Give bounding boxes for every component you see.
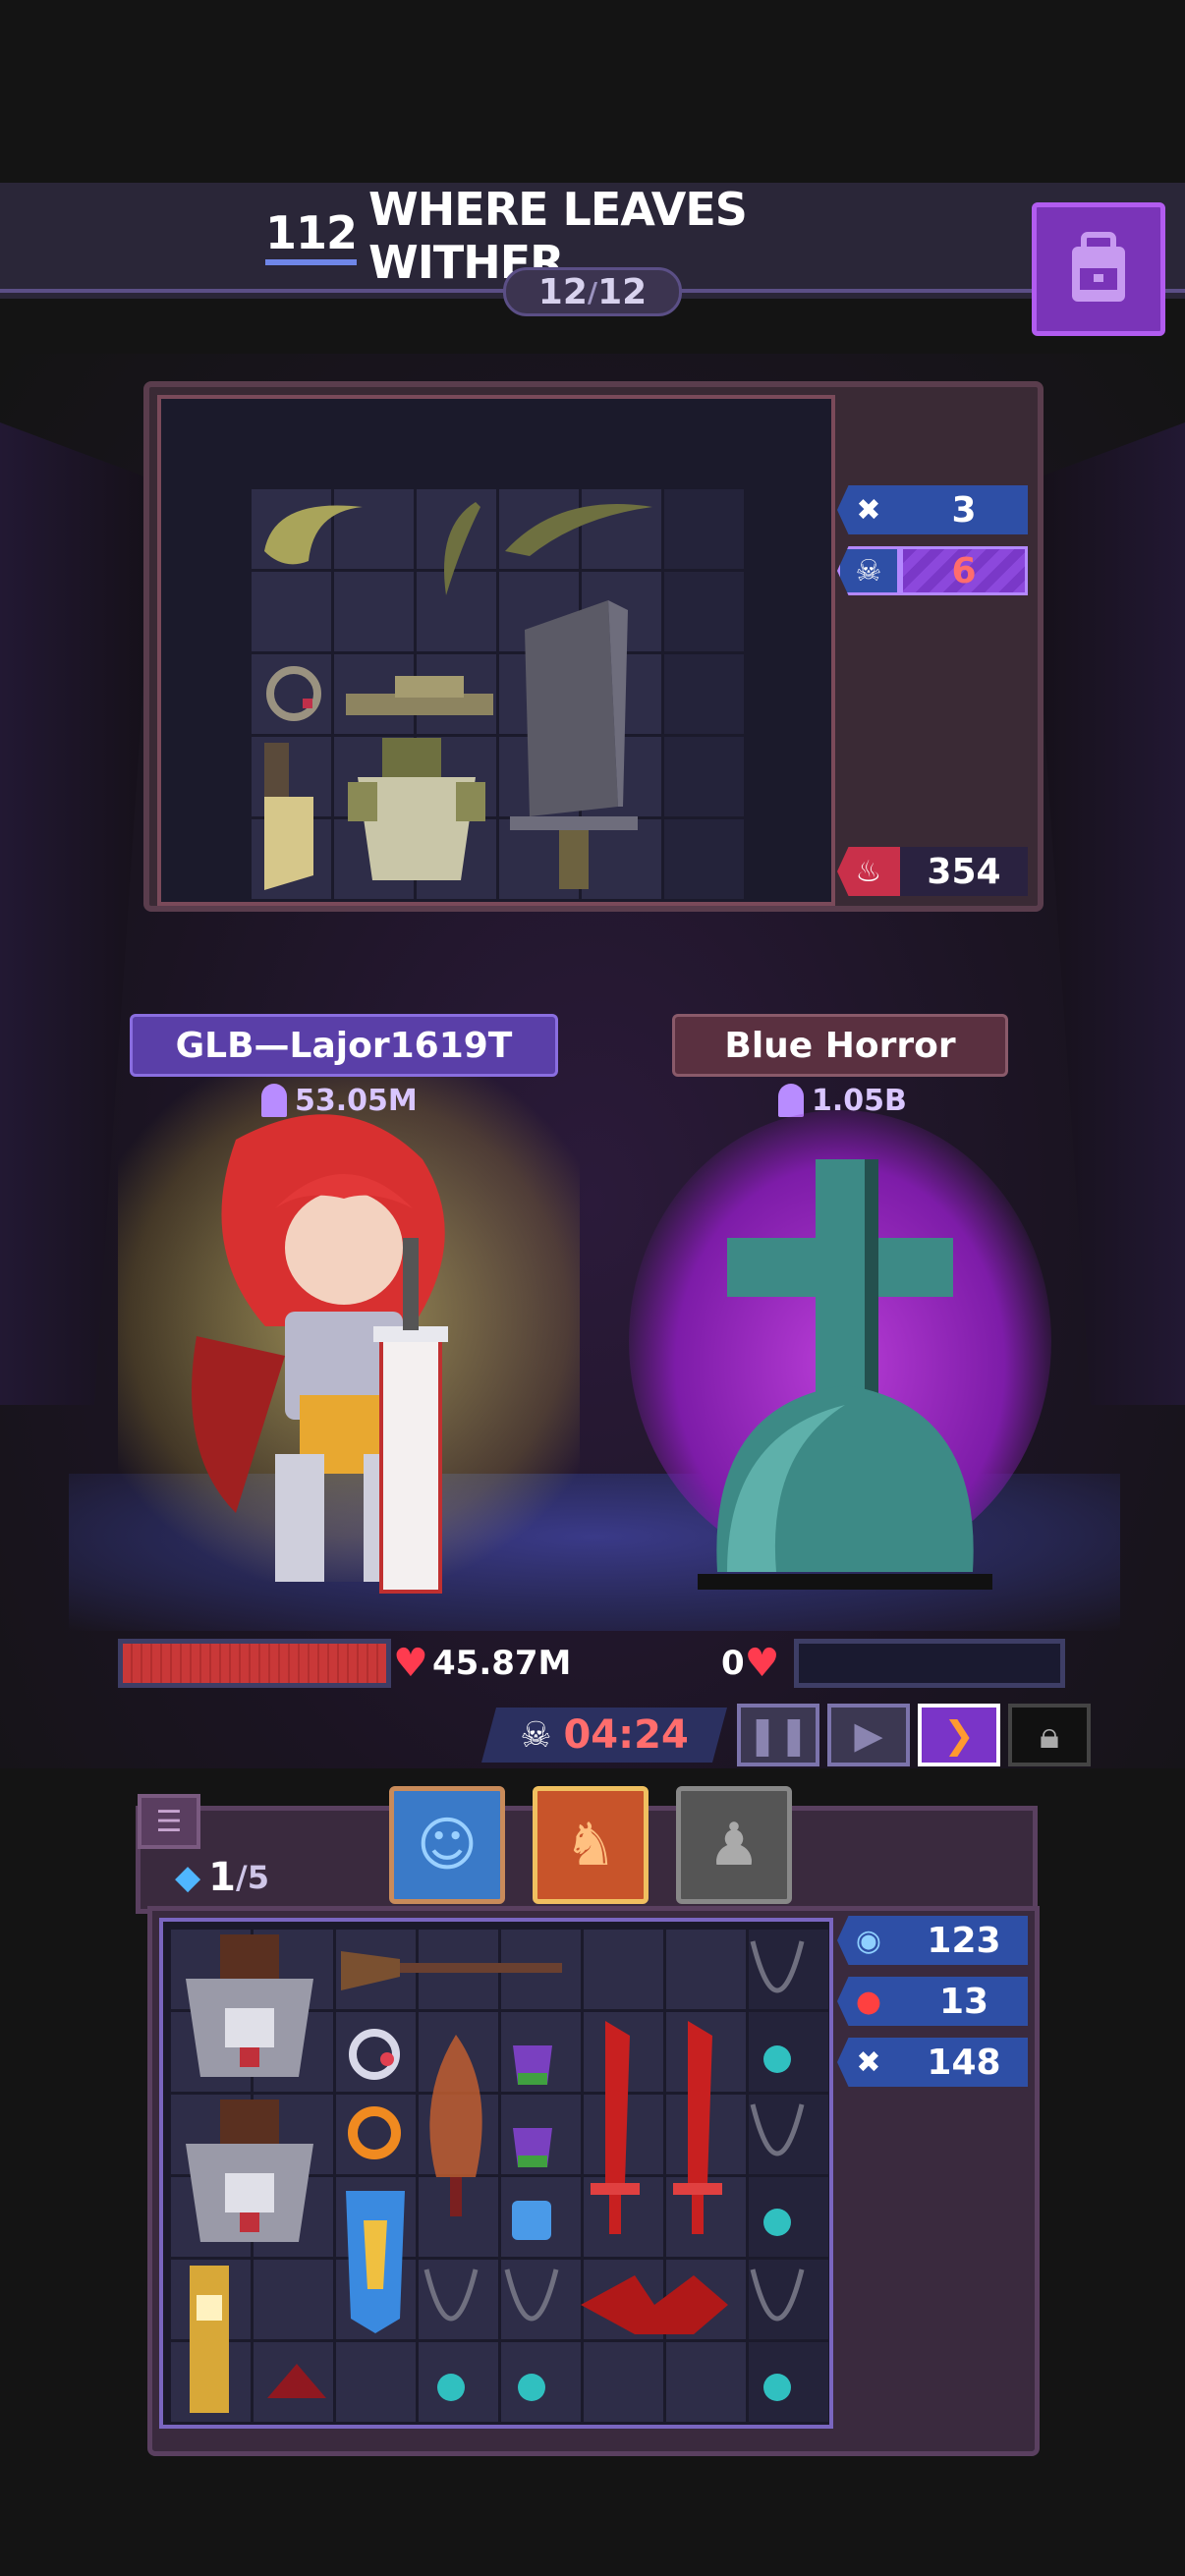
lock-button[interactable]: 🔒︎ (1008, 1704, 1091, 1766)
armor-golem-item[interactable] (171, 1930, 330, 2091)
hero-character[interactable] (177, 1100, 511, 1611)
player-stat-mask: ● 13 (837, 1977, 1028, 2026)
shield-orb-icon: ◉ (837, 1916, 900, 1965)
enemy-hp-bar (794, 1639, 1065, 1688)
heart-icon: ♥ (393, 1641, 428, 1686)
golden-totem-item[interactable] (175, 2256, 244, 2423)
list-button[interactable]: ☰ (138, 1794, 200, 1849)
enemy-name: Blue Horror (724, 1025, 956, 1066)
mercenary-count-value: 1 (208, 1855, 236, 1900)
crimson-claw-item[interactable] (576, 2266, 733, 2344)
enemy-hp: 0 ♥ (721, 1639, 784, 1688)
enemy-hp-value: 0 (721, 1644, 745, 1683)
wave-separator: / (587, 275, 598, 308)
player-hp-fill (123, 1644, 386, 1683)
list-icon: ☰ (155, 1804, 183, 1839)
stage-title: 112 WHERE LEAVES WITHER (265, 183, 933, 289)
ring-item[interactable] (259, 659, 328, 728)
player-stat-shield: ◉ 123 (837, 1916, 1028, 1965)
fast-forward-icon: ❯ (943, 1713, 975, 1757)
crimson-blade-item[interactable] (576, 2016, 654, 2242)
wave-total: 12 (597, 271, 648, 312)
pause-button[interactable]: ❚❚ (737, 1704, 819, 1766)
skull-icon: ☠ (520, 1714, 552, 1756)
horn-item-2[interactable] (500, 492, 657, 561)
purple-potion-item-2[interactable] (493, 2099, 572, 2177)
stage-number: 112 (265, 206, 358, 265)
player-inventory-grid (159, 1918, 833, 2429)
enemy-inventory-grid (157, 395, 835, 906)
blue-shield-item[interactable] (336, 2181, 415, 2338)
skull-icon: ☠ (837, 546, 900, 595)
mercenary-count-max: /5 (236, 1859, 269, 1896)
player-hp-value: 45.87M (432, 1644, 572, 1683)
fast-forward-button[interactable]: ❯ (918, 1704, 1000, 1766)
wave-counter: 12 / 12 (503, 267, 682, 316)
blue-horror-tombstone[interactable] (688, 1159, 1002, 1592)
battle-timer: ☠ 04:24 (481, 1708, 727, 1763)
play-icon: ▶ (854, 1713, 883, 1757)
mercenary-count: ◆ 1 /5 (175, 1853, 322, 1902)
armor-golem-item-2[interactable] (171, 2095, 330, 2256)
pause-icon: ❚❚ (747, 1713, 810, 1757)
crossed-bones-icon: ✖ (837, 485, 900, 534)
blue-slime-icon: ☺ (416, 1811, 479, 1879)
crimson-blade-item-2[interactable] (658, 2016, 737, 2242)
wave-current: 12 (537, 271, 588, 312)
cleaver-item[interactable] (254, 738, 333, 895)
enemy-stat-demon: ♨ 354 (837, 847, 1028, 896)
player-name: GLB—Lajor1619T (175, 1025, 513, 1066)
purple-potion-item[interactable] (493, 2016, 572, 2095)
silver-ring-item[interactable] (340, 2020, 409, 2089)
player-stat-kills: ✖ 148 (837, 2038, 1028, 2087)
chest-armor-item[interactable] (338, 733, 495, 900)
fire-ring-item[interactable] (340, 2099, 409, 2167)
heart-icon: ♥ (744, 1641, 780, 1686)
mercenary-slot-slime[interactable]: ☺ (389, 1786, 505, 1904)
mercenary-slot-dragon[interactable]: ♞ (533, 1786, 649, 1904)
crescent-horn-item[interactable] (254, 492, 412, 576)
enemy-stat-kills: ✖ 3 (837, 485, 1028, 534)
red-mask-icon: ● (837, 1977, 900, 2026)
necklace-item-5[interactable] (497, 2260, 566, 2417)
necklace-item[interactable] (743, 1932, 812, 2089)
gem-icon: ◆ (175, 1858, 201, 1897)
player-hp: ♥ 45.87M (393, 1639, 571, 1688)
broom-item[interactable] (336, 1941, 572, 2000)
player-nameplate: GLB—Lajor1619T (130, 1014, 558, 1077)
horn-item[interactable] (426, 497, 485, 605)
great-sword-item[interactable] (500, 571, 648, 895)
necklace-item-2[interactable] (743, 2095, 812, 2252)
red-gem-item[interactable] (257, 2344, 336, 2423)
demon-icon: ♨ (837, 847, 900, 896)
enemy-nameplate: Blue Horror (672, 1014, 1008, 1077)
backpack-icon (1072, 232, 1125, 302)
necklace-item-4[interactable] (417, 2260, 485, 2417)
play-button[interactable]: ▶ (827, 1704, 910, 1766)
necklace-item-3[interactable] (743, 2260, 812, 2417)
player-hp-bar (118, 1639, 391, 1688)
sword-power-icon (778, 1084, 804, 1117)
flame-torch-item[interactable] (417, 2030, 495, 2226)
boots-item[interactable] (336, 664, 503, 733)
timer-value: 04:24 (563, 1712, 689, 1758)
orange-dragon-icon: ♞ (564, 1811, 617, 1879)
mercenary-slot-locked[interactable]: ♟ (676, 1786, 792, 1904)
blue-glove-item[interactable] (497, 2181, 566, 2250)
locked-mercenary-icon: ♟ (707, 1811, 761, 1879)
lock-icon: 🔒︎ (1039, 1712, 1060, 1757)
backpack-button[interactable] (1032, 202, 1165, 336)
crossed-bones-icon: ✖ (837, 2038, 900, 2087)
enemy-stat-skull: ☠ 6 (837, 546, 1028, 595)
